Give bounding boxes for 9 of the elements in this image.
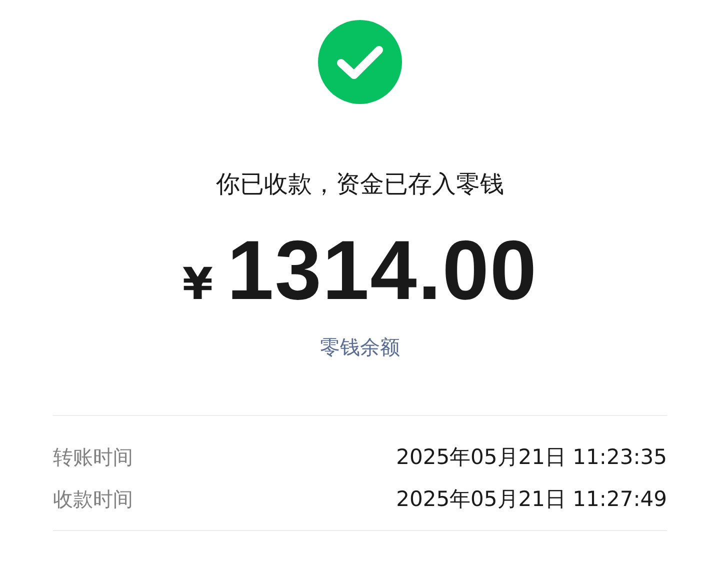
checkmark-icon bbox=[318, 20, 402, 104]
detail-value: 2025年05月21日 11:27:49 bbox=[396, 486, 667, 513]
detail-label: 转账时间 bbox=[53, 444, 133, 470]
balance-link[interactable]: 零钱余额 bbox=[320, 333, 400, 361]
status-message: 你已收款，资金已存入零钱 bbox=[216, 169, 504, 200]
detail-value: 2025年05月21日 11:23:35 bbox=[396, 444, 667, 471]
detail-label: 收款时间 bbox=[53, 486, 133, 512]
currency-symbol: ¥ bbox=[182, 260, 213, 310]
amount-value: 1314.00 bbox=[226, 225, 538, 315]
